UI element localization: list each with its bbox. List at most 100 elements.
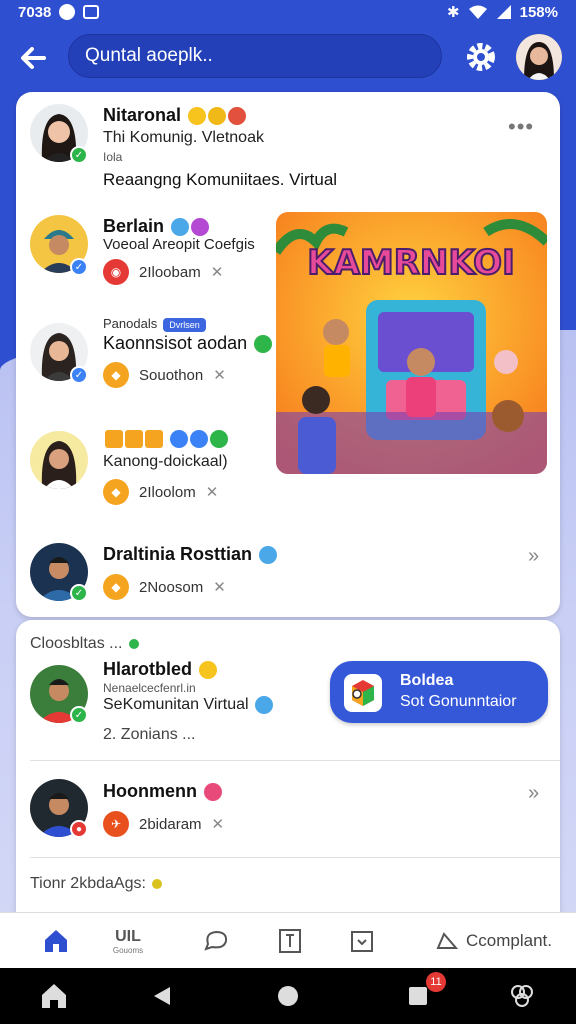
status-badge: Dvrlsen — [163, 317, 206, 332]
arrow-left-icon — [21, 47, 46, 69]
verified-icon: ✓ — [70, 584, 88, 602]
list-item-meta: ✈ 2bidaram ✕ — [103, 811, 224, 837]
tab-home[interactable] — [30, 913, 82, 969]
meta-badge-icon: ◆ — [103, 574, 129, 600]
check-emoji-icon — [254, 335, 273, 354]
avatar-image — [30, 431, 88, 489]
avatar-image — [516, 34, 562, 80]
chevron-right-icon[interactable]: » — [528, 545, 539, 568]
pin-emoji-icon — [190, 430, 209, 449]
chevron-right-icon[interactable]: » — [528, 782, 539, 805]
home-icon — [45, 930, 67, 952]
verified-icon: ✓ — [70, 366, 88, 384]
list-item-subtitle: Voeoal Areopit Coefgis — [103, 236, 255, 253]
triangle-back-icon — [154, 987, 170, 1005]
meta-badge-icon: ◆ — [103, 479, 129, 505]
signal-icon — [496, 5, 511, 19]
globe-emoji-icon — [170, 430, 189, 449]
divider — [30, 760, 560, 761]
meta-badge-icon: ✈ — [103, 811, 129, 837]
mute-icon[interactable]: ✕ — [213, 366, 226, 384]
list-item-meta: ◆ 2Iloolom ✕ — [103, 479, 218, 505]
featured-author-name: Nitaronal — [103, 105, 247, 126]
list-item-name[interactable]: Kaonnsisot aodan ... — [103, 333, 292, 354]
smile-emoji-icon — [188, 107, 207, 126]
list-item-meta: ◆ 2Noosom ✕ — [103, 574, 226, 600]
section-footer-header: Tionr 2kbdaAgs: — [30, 875, 163, 893]
section-header: Cloosbltas ... — [30, 635, 139, 653]
settings-button[interactable] — [460, 36, 502, 78]
list-item-name[interactable]: Kanong-doickaal) — [103, 453, 228, 471]
heart-emoji-icon — [204, 783, 223, 802]
tab-chat[interactable] — [192, 913, 240, 969]
tab-complaint[interactable]: Ccomplant. — [418, 913, 568, 969]
list-item-meta: ◆ Souothon ✕ — [103, 362, 226, 388]
people-emoji-icon — [145, 430, 163, 449]
game-illustration: KAMRNKOI — [276, 212, 547, 474]
smile-emoji-icon — [199, 661, 218, 680]
dot-icon — [152, 878, 163, 889]
tab-groups-label: Gouoms — [112, 945, 144, 955]
list-item-name[interactable]: Berlain — [103, 216, 210, 237]
nav-back-button[interactable] — [146, 980, 178, 1012]
chat-emoji-icon — [255, 696, 274, 714]
list-item-name[interactable]: Hlarotbled — [103, 659, 218, 680]
featured-post-title[interactable]: Reaangng Komuniitaes. Virtual — [103, 170, 337, 190]
meta-badge-icon: ◆ — [103, 362, 129, 388]
verified-icon: ✓ — [70, 258, 88, 276]
list-item-small: Nenaelcecfenrl.in — [103, 681, 196, 695]
search-input[interactable]: Quntal aoeplk.. — [68, 34, 442, 78]
nav-assistant-button[interactable] — [506, 980, 538, 1012]
mute-icon[interactable]: ✕ — [212, 815, 225, 833]
tab-notebook[interactable] — [266, 913, 314, 969]
heart-emoji-icon — [191, 218, 210, 237]
verified-icon: ✓ — [70, 146, 88, 164]
wifi-icon — [468, 5, 487, 19]
list-item-group: Panodals Dvrlsen — [103, 316, 206, 332]
verified-icon: ✓ — [70, 706, 88, 724]
profile-avatar[interactable] — [516, 34, 562, 80]
list-item-extra: 2. Zonians ... — [103, 726, 196, 743]
featured-game-image[interactable]: KAMRNKOI — [276, 212, 547, 474]
mute-icon[interactable]: ✕ — [206, 483, 219, 501]
circle-home-icon — [278, 986, 298, 1006]
assistant-icon — [511, 985, 533, 1007]
mute-icon[interactable]: ✕ — [211, 263, 224, 281]
back-button[interactable] — [14, 38, 54, 78]
groups-icon: UIL — [115, 927, 141, 945]
more-options-button[interactable]: ••• — [508, 114, 534, 140]
mute-icon[interactable]: ✕ — [213, 578, 226, 596]
people-emoji-icon — [105, 430, 123, 449]
chat-emoji-icon — [259, 546, 278, 565]
nav-home-button[interactable] — [38, 980, 70, 1012]
star-emoji-icon — [208, 107, 227, 126]
battery-level: 158% — [519, 3, 558, 21]
list-item-name[interactable]: Hoonmenn — [103, 781, 223, 802]
bottom-tab-bar: UIL Gouoms Ccomplant. — [0, 912, 576, 968]
wave-emoji-icon — [171, 218, 190, 237]
nav-home-circle-button[interactable] — [272, 980, 304, 1012]
chat-icon — [204, 930, 228, 951]
top-bar: Quntal aoeplk.. — [0, 30, 576, 84]
notebook-icon — [279, 929, 301, 953]
featured-author-subtitle: Thi Komunig. Vletnoak — [103, 129, 264, 146]
bluetooth-icon: ✱ — [447, 4, 460, 21]
tab-inbox[interactable] — [338, 913, 386, 969]
list-item-name[interactable]: Draltinia Rosttian — [103, 544, 278, 565]
bell-icon — [436, 932, 459, 949]
divider — [30, 857, 560, 858]
notification-badge: 11 — [426, 972, 446, 992]
tab-groups[interactable]: UIL Gouoms — [96, 913, 160, 969]
list-item-avatar[interactable] — [30, 431, 88, 489]
status-time: 7038 — [18, 3, 52, 21]
list-item-meta: ◉ 2Iloobam ✕ — [103, 259, 223, 285]
list-item-subtitle: SeKomunitan Virtual — [103, 696, 274, 714]
status-bar: 7038 ✱ 158% — [0, 0, 576, 24]
check-emoji-icon — [210, 430, 229, 449]
join-community-button[interactable]: Boldea Sot Gonunntaior — [330, 661, 548, 723]
cta-line1: Boldea — [400, 672, 454, 689]
gear-icon — [467, 43, 495, 71]
people-emoji-icon — [125, 430, 143, 449]
app-notification-icon — [83, 5, 100, 19]
tab-complaint-label: Ccomplant. — [466, 931, 552, 950]
